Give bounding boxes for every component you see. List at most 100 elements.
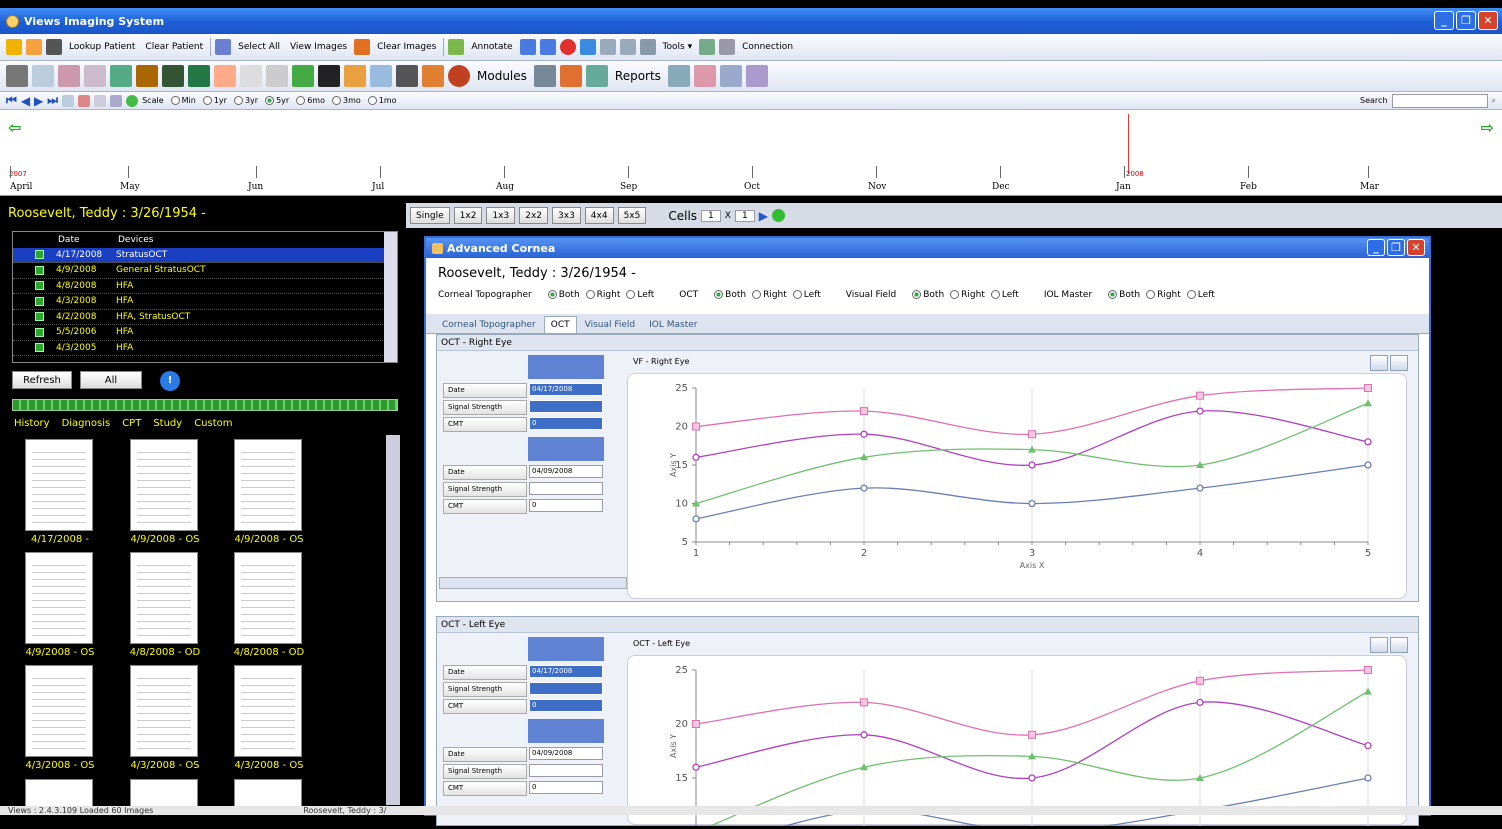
cells-cols-select[interactable]: 1: [734, 209, 755, 222]
last-icon[interactable]: ⏭: [47, 93, 58, 108]
study-row[interactable]: 4/8/2008 HFA: [13, 279, 397, 294]
film-strip-icon[interactable]: [396, 65, 418, 87]
lookup-patient-button[interactable]: Lookup Patient: [66, 42, 138, 52]
go-icon[interactable]: [126, 94, 139, 107]
person-icon[interactable]: [292, 65, 314, 87]
modules-button[interactable]: Modules: [474, 69, 530, 83]
module-a-icon[interactable]: [533, 65, 556, 87]
radio-circle[interactable]: [202, 96, 212, 105]
radio-circle[interactable]: [265, 96, 275, 105]
filter-radio[interactable]: [1108, 290, 1118, 299]
book-icon[interactable]: [58, 65, 80, 87]
study-row[interactable]: 4/9/2008 General StratusOCT: [13, 263, 397, 279]
left-tab-history[interactable]: History: [14, 418, 50, 429]
layout-single-button[interactable]: Single: [410, 207, 450, 224]
play-icon[interactable]: ▶: [759, 209, 768, 223]
filter-radio[interactable]: [912, 290, 922, 299]
filter-radio[interactable]: [950, 290, 960, 299]
user-search-icon[interactable]: [344, 65, 366, 87]
filter-option[interactable]: Left: [624, 290, 654, 300]
filter-option[interactable]: Both: [1106, 290, 1140, 300]
report-d-icon[interactable]: [745, 65, 768, 87]
study-row[interactable]: 4/3/2008 HFA: [13, 294, 397, 310]
copy-icon[interactable]: [32, 65, 54, 87]
minimize-button[interactable]: _: [1434, 11, 1454, 30]
page-icon[interactable]: [94, 94, 107, 107]
left-tab-custom[interactable]: Custom: [194, 418, 232, 429]
prev-icon[interactable]: ◀: [21, 94, 30, 108]
layout-1x2-button[interactable]: 1x2: [453, 207, 483, 224]
first-icon[interactable]: ⏮: [6, 93, 17, 108]
study-checkbox[interactable]: [35, 312, 44, 322]
scale-radio-3[interactable]: 3yr: [232, 96, 258, 105]
study-checkbox[interactable]: [35, 343, 44, 353]
study-row[interactable]: 4/17/2008 StratusOCT: [13, 247, 397, 263]
home-icon[interactable]: [6, 39, 22, 55]
filter-radio[interactable]: [792, 290, 802, 299]
arrow-down-icon[interactable]: [539, 39, 556, 55]
thumbnail[interactable]: [25, 552, 93, 644]
chart-zoom-icon[interactable]: [1390, 637, 1408, 653]
connection-button[interactable]: Connection: [739, 42, 796, 52]
scale-radio-6[interactable]: 3mo: [330, 96, 361, 105]
info-icon[interactable]: !: [160, 371, 180, 391]
study-list-scrollbar[interactable]: [384, 232, 397, 362]
apply-icon[interactable]: [771, 209, 785, 222]
ac-tab[interactable]: Corneal Topographer: [436, 317, 542, 333]
ac-minimize-button[interactable]: _: [1367, 239, 1385, 256]
layout-3x3-button[interactable]: 3x3: [552, 207, 581, 224]
search-input[interactable]: [1391, 93, 1488, 108]
edit-icon[interactable]: [110, 94, 123, 107]
ruler-icon[interactable]: [240, 65, 262, 87]
all-button[interactable]: All: [80, 371, 142, 389]
clear-patient-button[interactable]: Clear Patient: [142, 42, 206, 52]
study-checkbox[interactable]: [35, 281, 44, 291]
thumbnail[interactable]: [130, 439, 198, 531]
stop-icon[interactable]: [559, 39, 576, 55]
timeline[interactable]: ⇦ ⇨ 2007 2008 April May Jun Jul Aug Sep Oct Nov…: [0, 110, 1502, 196]
fundus-icon[interactable]: [136, 65, 158, 87]
next-icon[interactable]: ▶: [34, 94, 43, 108]
zoom-out-icon[interactable]: [619, 39, 636, 55]
scale-radio-0[interactable]: Scale: [142, 96, 164, 105]
filter-radio[interactable]: [990, 290, 1000, 299]
timeline-forward-icon[interactable]: ⇨: [1481, 118, 1494, 137]
study-row[interactable]: 4/2/2008 HFA, StratusOCT: [13, 310, 397, 325]
dark-image-icon[interactable]: [318, 65, 340, 87]
arrow-up-icon[interactable]: [519, 39, 536, 55]
search-icon[interactable]: ⌕: [1492, 96, 1496, 106]
study-checkbox[interactable]: [35, 265, 44, 275]
thumbnail[interactable]: [234, 439, 302, 531]
filter-radio[interactable]: [626, 290, 636, 299]
document-icon[interactable]: [84, 65, 106, 87]
report-a-icon[interactable]: [667, 65, 690, 87]
timeline-back-icon[interactable]: ⇦: [8, 118, 21, 137]
left-tab-diagnosis[interactable]: Diagnosis: [62, 418, 111, 429]
scale-radio-4[interactable]: 5yr: [263, 96, 289, 105]
horizontal-scrollbar[interactable]: [439, 577, 627, 589]
study-row[interactable]: 5/5/2006 HFA: [13, 325, 397, 341]
radio-circle[interactable]: [296, 96, 306, 105]
module-b-icon[interactable]: [559, 65, 582, 87]
scale-radio-5[interactable]: 6mo: [294, 96, 325, 105]
left-tab-study[interactable]: Study: [153, 418, 182, 429]
tools-wrench-icon[interactable]: [370, 65, 392, 87]
radio-circle[interactable]: [233, 96, 243, 105]
select-all-button[interactable]: Select All: [235, 42, 283, 52]
filter-radio[interactable]: [714, 290, 724, 299]
thumbnail[interactable]: [130, 665, 198, 757]
ac-tab[interactable]: OCT: [543, 316, 577, 333]
thumbnail-partial[interactable]: [130, 779, 198, 807]
report-c-icon[interactable]: [719, 65, 742, 87]
study-checkbox[interactable]: [35, 327, 44, 337]
thumbnail-partial[interactable]: [25, 779, 93, 807]
study-row[interactable]: 4/3/2005 HFA: [13, 341, 397, 356]
ac-maximize-button[interactable]: ❐: [1387, 239, 1405, 256]
filter-radio[interactable]: [1146, 290, 1156, 299]
radio-circle[interactable]: [331, 96, 341, 105]
scan-icon[interactable]: [110, 65, 132, 87]
tools-menu[interactable]: Tools ▾: [660, 42, 696, 52]
zoom-in-icon[interactable]: [599, 39, 616, 55]
close-button[interactable]: ✕: [1478, 11, 1498, 30]
thumbnail[interactable]: [130, 552, 198, 644]
